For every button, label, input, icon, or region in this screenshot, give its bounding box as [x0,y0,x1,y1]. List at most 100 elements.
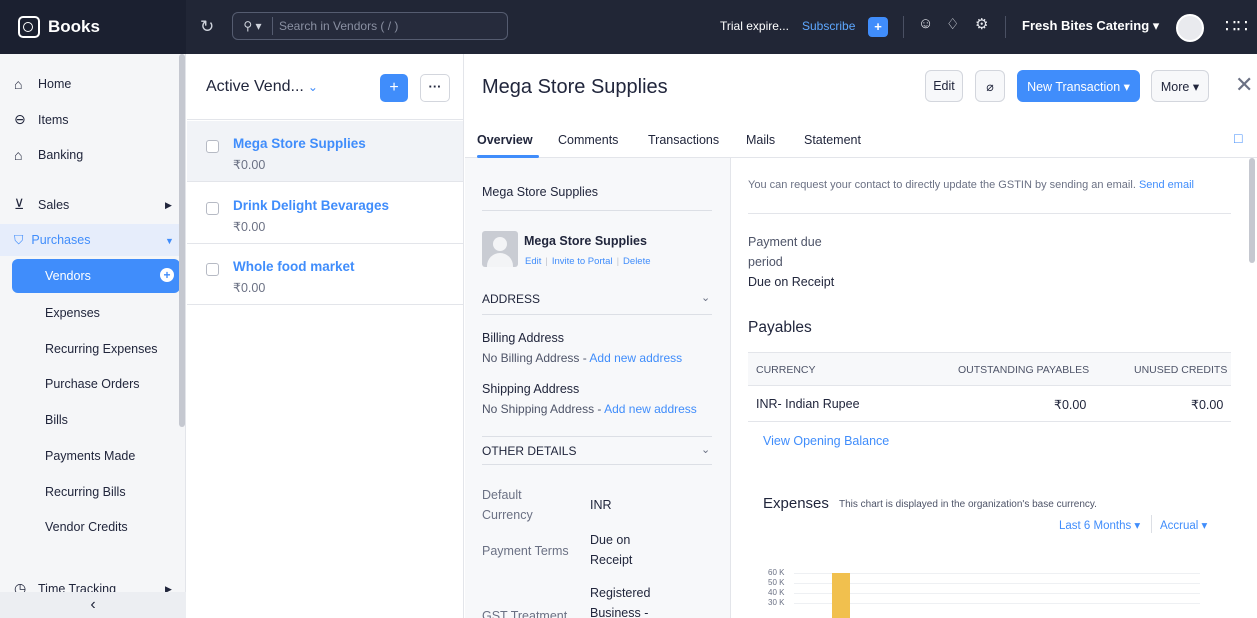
sidebar-item-payments-made[interactable]: Payments Made [45,449,135,463]
divider [1005,16,1006,38]
app-grid-icon[interactable]: ∷∷ [1225,16,1248,37]
period-dropdown[interactable]: Last 6 Months ▾ [1059,518,1140,532]
sidebar-item-home[interactable]: ⌂ Home [14,76,71,92]
shipping-empty-text: No Shipping Address - [482,402,605,416]
list-header: Active Vend... ⌄ + ··· [187,54,463,120]
list-item[interactable]: Mega Store Supplies ₹0.00 [187,121,463,182]
bag-icon: ⛉ [14,233,24,247]
chevron-down-icon[interactable]: ⌄ [701,443,710,456]
other-details-section-header[interactable]: OTHER DETAILS [482,444,576,458]
list-item[interactable]: Drink Delight Bevarages ₹0.00 [187,183,463,244]
address-section-header[interactable]: ADDRESS [482,292,540,306]
sidebar-item-vendors[interactable]: Vendors + [12,259,180,293]
expense-bar[interactable] [832,573,850,618]
sidebar-item-banking[interactable]: ⌂ Banking [14,147,83,163]
row-checkbox[interactable] [206,263,219,276]
send-email-link[interactable]: Send email [1139,179,1194,191]
edit-button[interactable]: Edit [925,70,963,102]
chevron-down-icon: ⌄ [307,80,318,94]
collapse-arrow-icon[interactable]: ▼ [165,236,174,246]
payment-due-label-2: period [748,255,783,269]
sidebar-item-recurring-expenses[interactable]: Recurring Expenses [45,342,158,356]
tab-statement[interactable]: Statement [804,133,861,147]
new-vendor-button[interactable]: + [380,74,408,102]
y-tick-label: 40 K [768,588,785,597]
books-logo-icon [18,16,40,38]
basis-dropdown[interactable]: Accrual ▾ [1160,518,1207,532]
items-icon: ⊖ [14,111,26,127]
org-switcher[interactable]: Fresh Bites Catering ▾ [1022,18,1159,34]
sidebar-item-label: Items [38,112,69,127]
sidebar-item-purchase-orders[interactable]: Purchase Orders [45,377,139,391]
view-opening-balance-link[interactable]: View Opening Balance [763,434,889,448]
add-vendor-plus-icon[interactable]: + [160,268,174,282]
divider [482,436,712,437]
divider [482,210,712,211]
refresh-icon[interactable]: ↻ [200,17,214,37]
y-tick-label: 30 K [768,598,785,607]
tab-transactions[interactable]: Transactions [648,133,719,147]
close-icon[interactable]: ✕ [1235,72,1253,98]
vendor-name[interactable]: Whole food market [233,259,355,274]
sidebar-item-sales[interactable]: ⊻ Sales [14,196,69,213]
view-selector[interactable]: Active Vend... ⌄ [206,78,318,96]
detail-scrollbar[interactable] [1249,158,1255,263]
sidebar-item-label: Sales [38,197,70,212]
search-icon[interactable]: ⚲ ▾ [233,17,273,35]
new-transaction-button[interactable]: New Transaction ▾ [1017,70,1140,102]
sidebar-item-bills[interactable]: Bills [45,413,68,427]
collapse-sidebar-button[interactable]: ‹ [0,592,186,618]
divider [903,16,904,38]
payment-due-value: Due on Receipt [748,275,835,289]
row-checkbox[interactable] [206,202,219,215]
users-icon[interactable]: ☺ [918,15,933,32]
chat-icon[interactable]: □ [1234,130,1242,146]
chevron-down-icon[interactable]: ⌄ [701,291,710,304]
home-icon: ⌂ [14,76,23,92]
vendor-amount: ₹0.00 [233,281,266,295]
tab-overview[interactable]: Overview [477,133,533,147]
expenses-note: This chart is displayed in the organizat… [839,499,1097,510]
row-checkbox[interactable] [206,140,219,153]
vendor-info-panel: Mega Store Supplies Mega Store Supplies … [465,158,731,618]
more-button[interactable]: More ▾ [1151,70,1209,102]
cell-unused-credits: ₹0.00 [1191,398,1224,412]
add-shipping-address-link[interactable]: Add new address [604,402,697,416]
more-options-button[interactable]: ··· [420,74,450,102]
subscribe-link[interactable]: Subscribe [802,19,855,33]
sidebar-item-vendor-credits[interactable]: Vendor Credits [45,520,128,534]
user-avatar[interactable] [1176,14,1204,42]
add-billing-address-link[interactable]: Add new address [589,351,682,365]
page-title: Mega Store Supplies [482,76,668,98]
bell-icon[interactable]: ♢ [946,15,959,33]
sidebar-item-purchases[interactable]: ⛉ Purchases ▼ [0,224,180,256]
list-item[interactable]: Whole food market ₹0.00 [187,244,463,305]
sidebar-item-label: Banking [38,148,84,162]
divider [482,314,712,315]
col-unused-credits: UNUSED CREDITS [1134,364,1228,376]
invite-portal-link[interactable]: Invite to Portal [552,256,613,267]
sidebar-scrollbar[interactable] [179,54,185,427]
sidebar-item-items[interactable]: ⊖ Items [14,111,69,128]
search-input[interactable]: ⚲ ▾ Search in Vendors ( / ) [232,12,508,40]
attachment-icon[interactable]: ⌀ [975,70,1005,102]
vendor-name: Mega Store Supplies [482,185,599,199]
expand-arrow-icon[interactable]: ▶ [165,200,172,211]
vendor-name[interactable]: Mega Store Supplies [233,136,366,151]
vendor-name[interactable]: Drink Delight Bevarages [233,198,389,213]
sidebar-item-recurring-bills[interactable]: Recurring Bills [45,485,126,499]
sidebar-item-label: ⛉ Purchases [14,233,90,248]
vendor-amount: ₹0.00 [233,158,266,172]
delete-contact-link[interactable]: Delete [623,256,650,267]
cell-outstanding: ₹0.00 [1054,398,1087,412]
quick-create-plus-icon[interactable]: + [868,17,888,37]
divider [482,464,712,465]
settings-icon[interactable]: ⚙ [975,15,988,33]
y-tick-label: 60 K [768,568,785,577]
tab-mails[interactable]: Mails [746,133,775,147]
tab-comments[interactable]: Comments [558,133,618,147]
edit-contact-link[interactable]: Edit [525,256,541,267]
app-brand[interactable]: Books [0,0,186,54]
default-currency-label: Default Currency [482,488,533,522]
sidebar-item-expenses[interactable]: Expenses [45,306,100,320]
